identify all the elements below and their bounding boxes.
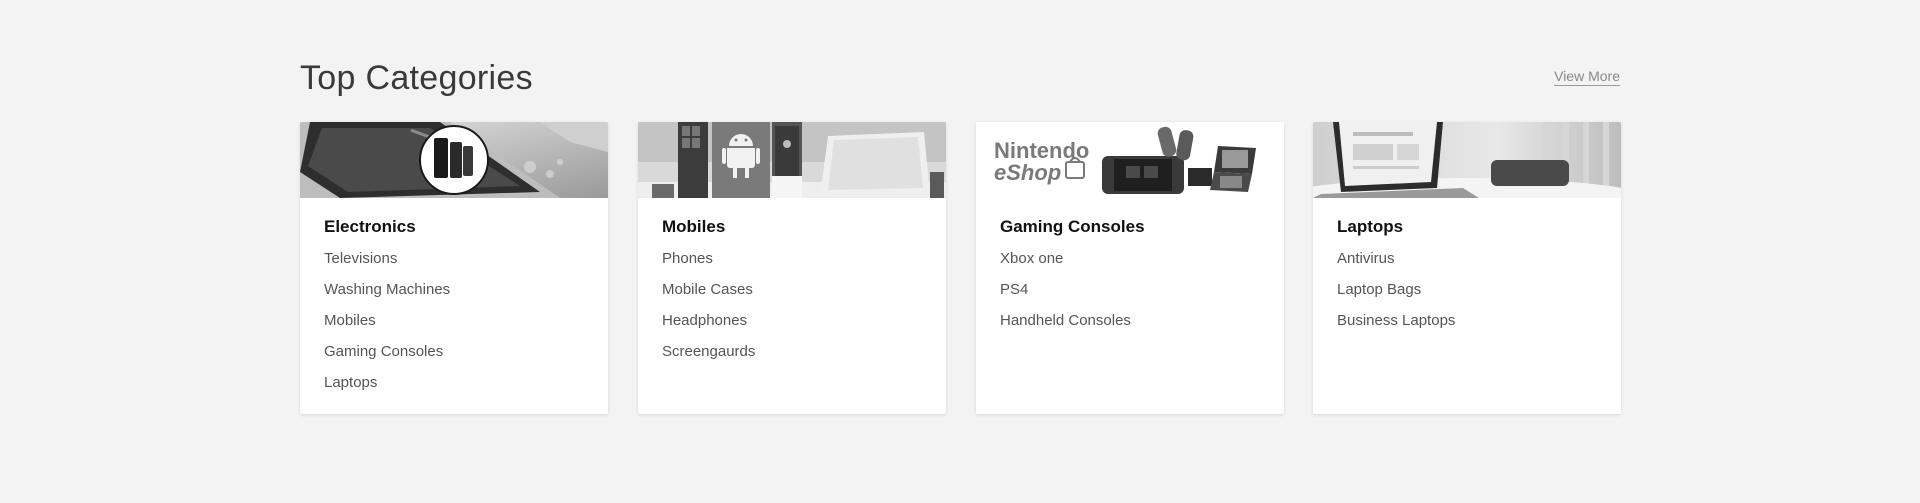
category-link[interactable]: Gaming Consoles (324, 343, 584, 361)
category-link[interactable]: Phones (662, 250, 922, 268)
laptops-banner-image[interactable] (1313, 122, 1621, 198)
electronics-banner-image[interactable] (300, 122, 608, 198)
section-header: Top Categories View More (300, 58, 1620, 120)
category-link[interactable]: Xbox one (1000, 250, 1260, 268)
category-links: Televisions Washing Machines Mobiles Gam… (324, 250, 584, 392)
category-link[interactable]: Laptops (324, 374, 584, 392)
top-categories-section: Top Categories View More Electronics Tel… (300, 58, 1621, 414)
category-link[interactable]: Antivirus (1337, 250, 1597, 268)
category-title[interactable]: Electronics (324, 216, 584, 238)
category-link[interactable]: Screengaurds (662, 343, 922, 361)
category-card-mobiles: Mobiles Phones Mobile Cases Headphones S… (638, 122, 946, 414)
category-link[interactable]: Business Laptops (1337, 312, 1597, 330)
category-link[interactable]: PS4 (1000, 281, 1260, 299)
eshop-logo-text: eShop (994, 160, 1061, 185)
category-link[interactable]: Washing Machines (324, 281, 584, 299)
category-link[interactable]: Headphones (662, 312, 922, 330)
category-title[interactable]: Gaming Consoles (1000, 216, 1260, 238)
category-card-laptops: Laptops Antivirus Laptop Bags Business L… (1313, 122, 1621, 414)
mobiles-banner-image[interactable] (638, 122, 946, 198)
category-card-electronics: Electronics Televisions Washing Machines… (300, 122, 608, 414)
category-link[interactable]: Mobile Cases (662, 281, 922, 299)
category-link[interactable]: Laptop Bags (1337, 281, 1597, 299)
category-card-gaming-consoles: Nintendo eShop Gaming Consoles Xbox one … (976, 122, 1284, 414)
category-cards: Electronics Televisions Washing Machines… (300, 122, 1621, 414)
section-title: Top Categories (300, 59, 533, 97)
category-links: Antivirus Laptop Bags Business Laptops (1337, 250, 1597, 330)
category-links: Phones Mobile Cases Headphones Screengau… (662, 250, 922, 361)
view-more-link[interactable]: View More (1554, 68, 1620, 86)
gaming-consoles-banner-image[interactable]: Nintendo eShop (976, 122, 1284, 198)
category-link[interactable]: Mobiles (324, 312, 584, 330)
category-title[interactable]: Mobiles (662, 216, 922, 238)
category-links: Xbox one PS4 Handheld Consoles (1000, 250, 1260, 330)
category-link[interactable]: Handheld Consoles (1000, 312, 1260, 330)
category-title[interactable]: Laptops (1337, 216, 1597, 238)
category-link[interactable]: Televisions (324, 250, 584, 268)
